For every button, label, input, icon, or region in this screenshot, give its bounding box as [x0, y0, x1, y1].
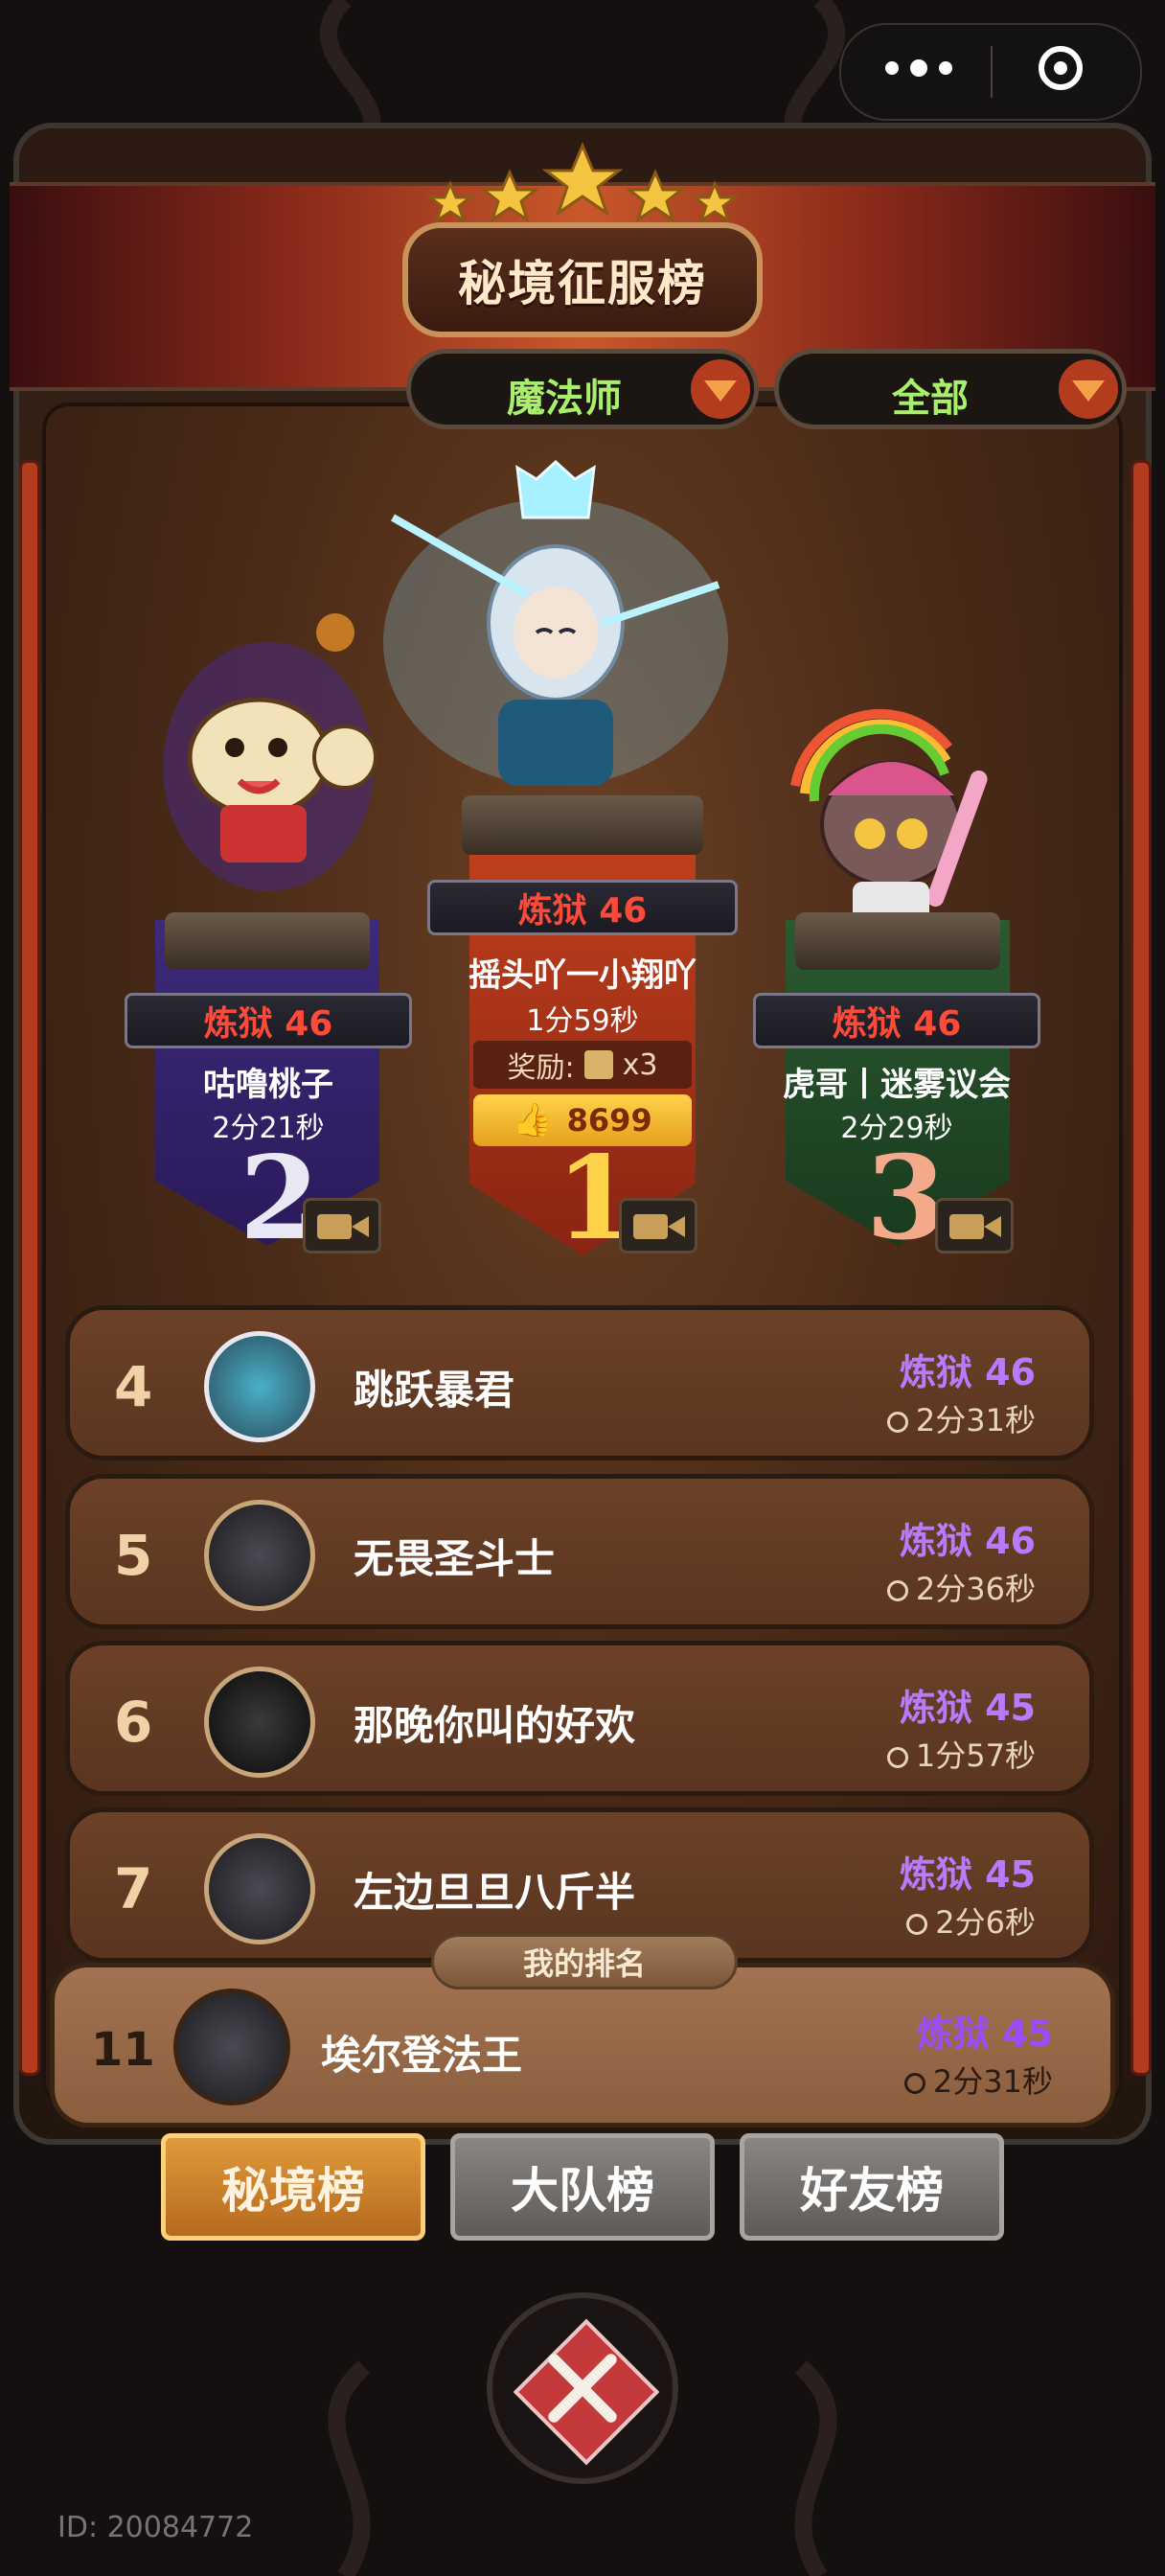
row-time: 2分31秒 — [886, 1396, 1036, 1440]
clock-icon — [886, 1580, 908, 1601]
clock-icon — [903, 2073, 925, 2094]
my-rank-level: 炼狱 45 — [916, 2012, 1053, 2055]
rank2-pedestal — [165, 912, 370, 970]
row-rank: 4 — [114, 1354, 153, 1419]
row-name: 左边旦旦八斤半 — [354, 1869, 636, 1916]
page-title: 秘境征服榜 — [402, 222, 763, 337]
avatar[interactable] — [204, 1667, 315, 1778]
replay-video-button[interactable] — [935, 1198, 1014, 1254]
avatar[interactable] — [204, 1833, 315, 1944]
rank2-level: 炼狱 46 — [125, 993, 412, 1048]
row-level: 炼狱 46 — [899, 1351, 1036, 1393]
rank3-level: 炼狱 46 — [753, 993, 1040, 1048]
row-time: 2分6秒 — [906, 1898, 1036, 1943]
rank3-name: 虎哥丨迷雾议会 — [783, 1066, 1011, 1104]
rank1-name: 摇头吖一小翔吖 — [468, 956, 697, 995]
row-rank: 7 — [114, 1856, 153, 1921]
replay-video-button[interactable] — [303, 1198, 381, 1254]
avatar[interactable] — [173, 1989, 290, 2105]
row-time: 2分36秒 — [886, 1565, 1036, 1609]
stars-icon — [425, 142, 740, 224]
close-x-icon[interactable] — [487, 2292, 678, 2484]
tab-secret-realm[interactable]: 秘境榜 — [161, 2133, 425, 2241]
chest-icon — [583, 1050, 613, 1079]
scope-filter-dropdown[interactable]: 全部 — [774, 349, 1127, 429]
table-row[interactable]: 4 跳跃暴君 炼狱 46 2分31秒 — [65, 1305, 1094, 1460]
row-name: 无畏圣斗士 — [354, 1535, 556, 1582]
chevron-down-icon[interactable] — [1055, 356, 1122, 423]
rank1-level: 炼狱 46 — [427, 880, 738, 935]
rank1-character — [383, 460, 728, 786]
reward-label: 奖励: — [507, 1051, 575, 1085]
table-row[interactable]: 5 无畏圣斗士 炼狱 46 2分36秒 — [65, 1474, 1094, 1629]
left-rail — [19, 460, 40, 2076]
my-rank-tag: 我的排名 — [431, 1934, 738, 1990]
row-name: 跳跃暴君 — [354, 1367, 515, 1414]
rank2-name: 咕噜桃子 — [203, 1066, 333, 1104]
row-level: 炼狱 45 — [899, 1687, 1036, 1729]
row-name: 那晚你叫的好欢 — [354, 1702, 636, 1749]
more-icon[interactable] — [885, 59, 952, 77]
rank1-time: 1分59秒 — [526, 1004, 639, 1038]
thumbs-up-icon: 👍 — [513, 1101, 554, 1139]
rank3-pedestal — [795, 912, 1000, 970]
table-row[interactable]: 6 那晚你叫的好欢 炼狱 45 1分57秒 — [65, 1641, 1094, 1796]
rank1-reward: 奖励: x3 — [473, 1041, 692, 1089]
tab-squad[interactable]: 大队榜 — [450, 2133, 715, 2241]
my-rank-time: 2分31秒 — [903, 2058, 1053, 2102]
clock-icon — [886, 1747, 908, 1768]
clock-icon — [906, 1914, 928, 1935]
reward-count: x3 — [622, 1047, 658, 1082]
clock-icon — [886, 1412, 908, 1433]
scope-filter-label: 全部 — [892, 377, 969, 421]
class-filter-label: 魔法师 — [507, 377, 622, 421]
row-time: 1分57秒 — [886, 1732, 1036, 1776]
chevron-down-icon[interactable] — [687, 356, 754, 423]
tab-friends[interactable]: 好友榜 — [740, 2133, 1004, 2241]
avatar[interactable] — [204, 1331, 315, 1442]
rank1-pedestal — [462, 795, 703, 855]
close-miniprogram-icon[interactable] — [1039, 46, 1083, 90]
class-filter-dropdown[interactable]: 魔法师 — [406, 349, 759, 429]
rank3-number: 3 — [866, 1131, 947, 1266]
my-rank-number: 11 — [91, 2023, 155, 2077]
user-id: ID: 20084772 — [57, 2511, 254, 2544]
miniprogram-capsule — [839, 23, 1142, 121]
avatar[interactable] — [204, 1500, 315, 1611]
right-rail — [1131, 460, 1152, 2076]
row-rank: 5 — [114, 1523, 153, 1588]
row-rank: 6 — [114, 1690, 153, 1755]
row-level: 炼狱 45 — [899, 1853, 1036, 1896]
replay-video-button[interactable] — [619, 1198, 697, 1254]
my-rank-name: 埃尔登法王 — [321, 2032, 523, 2079]
row-level: 炼狱 46 — [899, 1520, 1036, 1562]
